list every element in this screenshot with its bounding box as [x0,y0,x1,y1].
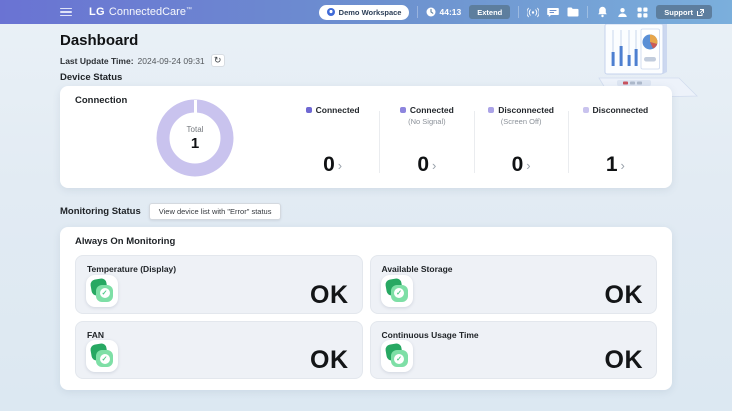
tile-continuous-usage-time: Continuous Usage Time ✓ OK [370,321,658,380]
connection-card: Connection Total 1 Connected 0 › [60,86,672,188]
monitoring-section-title: Monitoring Status [60,206,141,217]
legend-dot-screen-off [488,107,494,113]
lg-connectedcare-dashboard: LG ConnectedCare ™ Demo Workspace 44:13 … [0,0,732,411]
ok-status-icon: ✓ [86,275,118,307]
ok-status-icon: ✓ [381,340,413,372]
donut-center: Total 1 [156,99,234,177]
connection-donut-chart: Total 1 [156,99,234,177]
menu-icon[interactable] [60,8,72,17]
legend-dot-no-signal [400,107,406,113]
device-status-section-title: Device Status [60,72,122,83]
status-value: OK [310,348,349,373]
legend-dot-disconnected [583,107,589,113]
status-label: Connected [410,105,454,115]
session-timer: 44:13 [426,7,461,17]
check-icon: ✓ [394,354,404,364]
support-label: Support [664,8,693,17]
status-sublabel: (Screen Off) [501,117,542,127]
ok-status-icon: ✓ [381,275,413,307]
status-connected-no-signal: Connected (No Signal) 0 › [380,105,473,175]
ok-status-icon: ✓ [86,340,118,372]
always-on-monitoring-title: Always On Monitoring [75,236,175,247]
check-icon: ✓ [100,288,110,298]
topbar: LG ConnectedCare ™ Demo Workspace 44:13 … [0,0,732,24]
status-disconnected-screen-off: Disconnected (Screen Off) 0 › [475,105,568,175]
connection-status-legend: Connected 0 › Connected (No Signal) 0 › [286,105,662,175]
status-screen-off-count-link[interactable]: 0 › [512,154,531,175]
chevron-right-icon: › [526,158,530,172]
workspace-icon [327,8,335,16]
topbar-divider [417,6,418,18]
status-value: OK [605,348,644,373]
status-no-signal-count-link[interactable]: 0 › [417,154,436,175]
always-on-monitoring-card: Always On Monitoring Temperature (Displa… [60,227,672,390]
folder-icon[interactable] [567,6,579,18]
monitoring-tiles-grid: Temperature (Display) ✓ OK Available Sto… [75,255,657,379]
last-update-value: 2024-09-24 09:31 [138,56,205,66]
support-button[interactable]: Support [656,5,712,19]
app-logo: LG ConnectedCare ™ [89,6,192,18]
chat-icon[interactable] [547,6,559,18]
donut-total-label: Total [187,125,204,134]
donut-total-value: 1 [191,135,199,152]
status-value: OK [605,283,644,308]
broadcast-icon[interactable] [527,6,539,18]
chevron-right-icon: › [621,158,625,172]
logo-trademark: ™ [186,7,192,13]
extend-button[interactable]: Extend [469,5,510,19]
apps-grid-icon[interactable] [636,6,648,18]
status-connected: Connected 0 › [286,105,379,175]
refresh-button[interactable]: ↻ [211,54,225,67]
notification-bell-icon[interactable] [596,6,608,18]
last-update-label: Last Update Time: [60,56,134,66]
chevron-right-icon: › [432,158,436,172]
status-label: Disconnected [498,105,554,115]
status-value: OK [310,283,349,308]
legend-dot-connected [306,107,312,113]
monitoring-status-header: Monitoring Status View device list with … [60,203,281,220]
status-connected-count-link[interactable]: 0 › [323,154,342,175]
tile-fan: FAN ✓ OK [75,321,363,380]
session-timer-value: 44:13 [439,7,461,17]
topbar-divider [587,6,588,18]
status-label: Disconnected [593,105,649,115]
status-sublabel: (No Signal) [408,117,446,127]
page-title: Dashboard [60,32,138,49]
tile-temperature-display: Temperature (Display) ✓ OK [75,255,363,314]
user-icon[interactable] [616,6,628,18]
status-disconnected: Disconnected 1 › [569,105,662,175]
last-update-row: Last Update Time: 2024-09-24 09:31 ↻ [60,54,225,67]
logo-lg: LG [89,6,105,18]
chevron-right-icon: › [338,158,342,172]
connection-card-title: Connection [75,95,127,106]
workspace-button[interactable]: Demo Workspace [319,5,410,20]
clock-icon [426,7,436,17]
workspace-label: Demo Workspace [339,8,402,17]
status-disconnected-count-link[interactable]: 1 › [606,154,625,175]
logo-name: ConnectedCare [109,6,186,18]
tile-available-storage: Available Storage ✓ OK [370,255,658,314]
topbar-divider [518,6,519,18]
external-link-icon [697,9,704,16]
view-error-device-list-button[interactable]: View device list with "Error" status [149,203,282,220]
status-label: Connected [316,105,360,115]
check-icon: ✓ [100,354,110,364]
check-icon: ✓ [394,288,404,298]
